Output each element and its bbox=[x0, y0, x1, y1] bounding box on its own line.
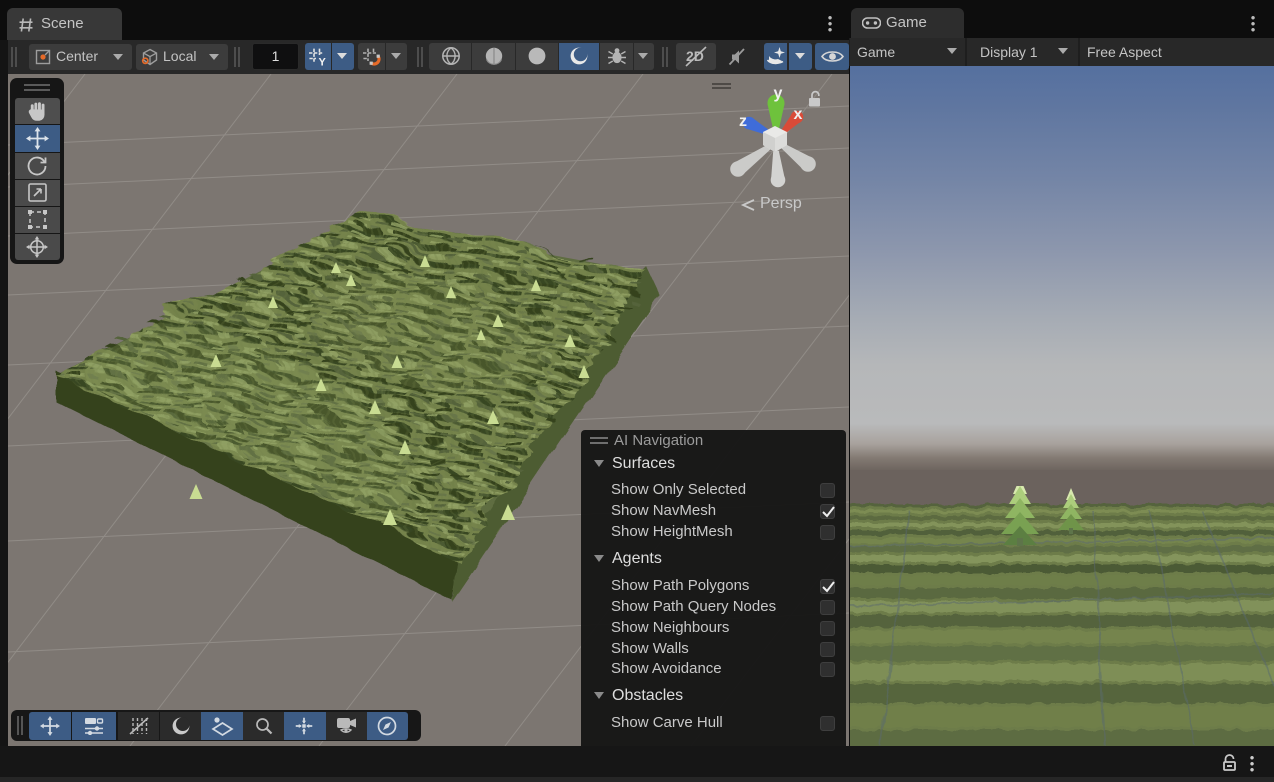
svg-text:x: x bbox=[794, 106, 803, 123]
svg-text:z: z bbox=[739, 113, 747, 130]
svg-text:Y: Y bbox=[319, 57, 327, 67]
svg-text:y: y bbox=[774, 85, 783, 102]
